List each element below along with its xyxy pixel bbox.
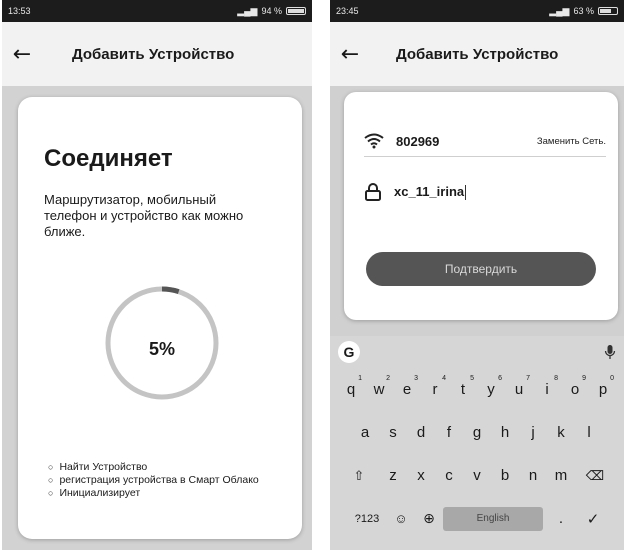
- battery-percent: 63 %: [573, 6, 594, 16]
- status-time: 23:45: [336, 6, 359, 16]
- keyboard-row-1: q1 w2 e3 r4 t5 y6 u7 i8 o9 p0: [330, 368, 624, 411]
- phone-screen-wifi: 23:45 ▂▄▆ 63 % ← Добавить Устройство 802…: [330, 0, 624, 550]
- confirm-button[interactable]: Подтвердить: [366, 252, 596, 286]
- connecting-card: Соединяет Маршрутизатор, мобильный телеф…: [18, 97, 302, 539]
- wifi-card: 802969 Заменить Сеть. xc_11_irina Подтве…: [344, 92, 618, 320]
- numbers-key[interactable]: ?123: [347, 513, 387, 525]
- lock-icon: [365, 183, 381, 201]
- key[interactable]: g: [463, 424, 491, 441]
- key[interactable]: e3: [393, 375, 421, 398]
- space-bar[interactable]: English: [443, 506, 543, 531]
- key[interactable]: y6: [477, 375, 505, 398]
- key[interactable]: u7: [505, 375, 533, 398]
- keyboard-row-4: ?123 ☺ ⊕ English . ✓: [330, 497, 624, 540]
- phone-screen-connecting: 13:53 ▂▄▆ 94 % ← Добавить Устройство Сое…: [2, 0, 312, 550]
- key[interactable]: r4: [421, 375, 449, 398]
- change-network-link[interactable]: Заменить Сеть.: [537, 136, 606, 147]
- key[interactable]: h: [491, 424, 519, 441]
- key[interactable]: f: [435, 424, 463, 441]
- key[interactable]: q1: [337, 375, 365, 398]
- wifi-network-row: 802969 Заменить Сеть.: [364, 126, 606, 157]
- progress-percent: 5%: [148, 339, 175, 359]
- shift-icon[interactable]: ⇧: [339, 468, 379, 484]
- key[interactable]: b: [491, 467, 519, 484]
- mic-icon[interactable]: [604, 344, 616, 360]
- key[interactable]: k: [547, 424, 575, 441]
- password-row[interactable]: xc_11_irina: [364, 178, 606, 206]
- status-bar: 13:53 ▂▄▆ 94 %: [2, 0, 312, 22]
- key[interactable]: w2: [365, 375, 393, 398]
- password-field[interactable]: xc_11_irina: [394, 184, 467, 201]
- back-arrow-icon[interactable]: ←: [2, 42, 42, 67]
- key[interactable]: d: [407, 424, 435, 441]
- key[interactable]: s: [379, 424, 407, 441]
- key[interactable]: l: [575, 424, 603, 441]
- connecting-heading: Соединяет: [44, 145, 173, 172]
- emoji-icon[interactable]: ☺: [387, 511, 415, 526]
- page-title: Добавить Устройство: [396, 45, 559, 63]
- battery-icon: [286, 7, 306, 15]
- list-item: ○ Найти Устройство: [48, 461, 148, 473]
- backspace-icon[interactable]: ⌫: [575, 468, 615, 484]
- page-title: Добавить Устройство: [72, 45, 235, 63]
- key[interactable]: c: [435, 467, 463, 484]
- connecting-description: Маршрутизатор, мобильный телефон и устро…: [44, 192, 244, 239]
- step-list: ○ Найти Устройство ○ регистрация устройств…: [48, 461, 259, 500]
- key[interactable]: a: [351, 424, 379, 441]
- key[interactable]: x: [407, 467, 435, 484]
- text-cursor: [465, 185, 467, 201]
- checkmark-icon[interactable]: ✓: [579, 510, 607, 528]
- key[interactable]: m: [547, 467, 575, 484]
- back-arrow-icon[interactable]: ←: [330, 42, 370, 67]
- list-item: ○ регистрация устройства в Смарт Облако: [48, 474, 259, 486]
- battery-percent: 94 %: [261, 6, 282, 16]
- status-time: 13:53: [8, 6, 31, 16]
- list-item: ○ Инициализирует: [48, 487, 141, 499]
- on-screen-keyboard: G q1 w2 e3 r4 t5 y6 u7 i8 o9 p0 a s d f …: [330, 336, 624, 550]
- app-bar: ← Добавить Устройство: [330, 22, 624, 86]
- wifi-icon: [364, 133, 384, 149]
- period-key[interactable]: .: [543, 510, 579, 527]
- keyboard-row-3: ⇧ z x c v b n m ⌫: [330, 454, 624, 497]
- key[interactable]: p0: [589, 375, 617, 398]
- status-bar: 23:45 ▂▄▆ 63 %: [330, 0, 624, 22]
- keyboard-row-2: a s d f g h j k l: [330, 411, 624, 454]
- key[interactable]: z: [379, 467, 407, 484]
- key[interactable]: t5: [449, 375, 477, 398]
- key[interactable]: n: [519, 467, 547, 484]
- signal-icon: ▂▄▆: [549, 5, 570, 16]
- key[interactable]: i8: [533, 375, 561, 398]
- key[interactable]: j: [519, 424, 547, 441]
- battery-icon: [598, 7, 618, 15]
- wifi-ssid: 802969: [396, 133, 440, 149]
- key[interactable]: o9: [561, 375, 589, 398]
- key[interactable]: v: [463, 467, 491, 484]
- signal-icon: ▂▄▆: [237, 5, 258, 16]
- google-icon[interactable]: G: [338, 341, 360, 363]
- app-bar: ← Добавить Устройство: [2, 22, 312, 86]
- globe-icon[interactable]: ⊕: [415, 511, 443, 527]
